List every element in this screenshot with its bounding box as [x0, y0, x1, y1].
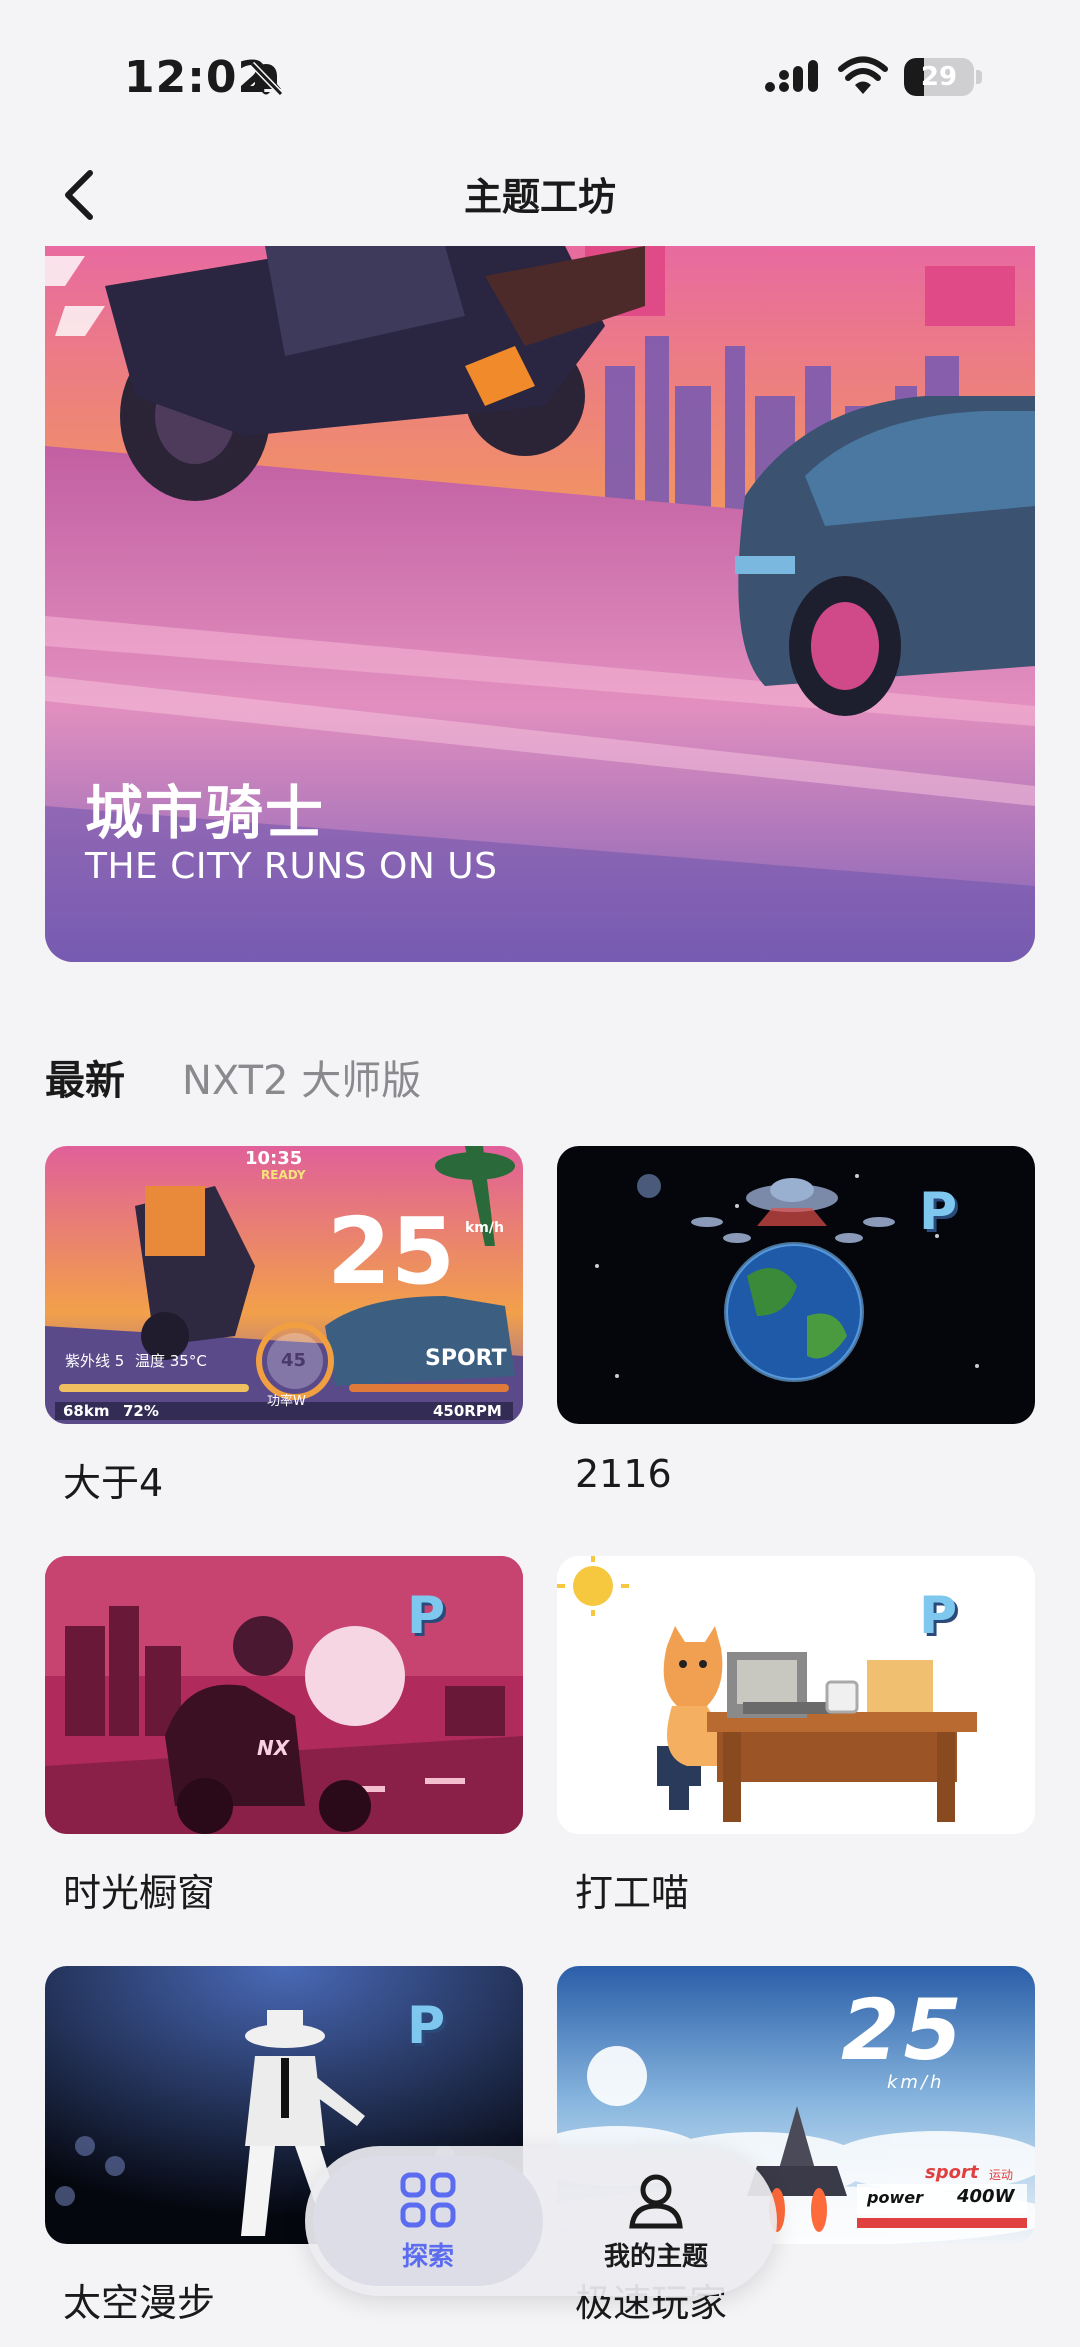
nav-my-themes-label: 我的主题 — [603, 2241, 708, 2272]
thumb-mode: sport — [925, 2162, 979, 2183]
theme-card[interactable]: P 2116 — [557, 1146, 1035, 1496]
theme-thumbnail: P — [557, 1556, 1035, 1834]
thumb-power-label: 功率W — [267, 1394, 306, 1409]
theme-card[interactable]: NX P 时光橱窗 — [45, 1556, 523, 1917]
theme-card[interactable]: 10:35 READY 25 km/h 紫外线 5 温度 35°C 45 功率W… — [45, 1146, 523, 1507]
nav-explore[interactable]: 探索 — [313, 2156, 543, 2286]
theme-thumbnail: P — [557, 1146, 1035, 1424]
p-badge: P — [919, 1182, 958, 1242]
thumb-rpm: 450RPM — [433, 1402, 502, 1420]
theme-thumbnail: NX P — [45, 1556, 523, 1834]
tab-latest[interactable]: 最新 — [45, 1048, 125, 1106]
page-title: 主题工坊 — [463, 175, 616, 219]
thumb-speed: 25 — [327, 1198, 456, 1305]
thumb-speed-unit: km/h — [887, 2072, 945, 2093]
thumb-speed: 25 — [841, 1981, 966, 2079]
theme-name: 打工喵 — [575, 1871, 690, 1915]
scooter-plate: NX — [257, 1736, 290, 1760]
thumb-battery: 72% — [123, 1402, 159, 1420]
p-badge: P — [407, 1996, 446, 2056]
nav-my-themes[interactable]: 我的主题 — [541, 2156, 771, 2286]
thumb-speed-unit: km/h — [465, 1220, 504, 1236]
thumb-uv: 紫外线 5 — [65, 1352, 125, 1370]
thumb-mode: SPORT — [425, 1346, 507, 1371]
bell-muted-icon — [249, 61, 284, 97]
p-badge: P — [407, 1586, 446, 1646]
thumb-ready: READY — [261, 1168, 306, 1182]
nav-explore-label: 探索 — [401, 2241, 454, 2272]
battery-percent: 29 — [920, 62, 958, 92]
signal-icon — [765, 60, 818, 92]
theme-thumbnail: 10:35 READY 25 km/h 紫外线 5 温度 35°C 45 功率W… — [45, 1146, 523, 1424]
thumb-temp: 温度 35°C — [135, 1352, 207, 1370]
thumb-power-label: power — [867, 2188, 923, 2207]
grid-icon — [400, 2172, 456, 2227]
p-badge: P — [919, 1586, 958, 1646]
user-icon — [629, 2174, 683, 2228]
thumb-power-value: 45 — [281, 1350, 307, 1371]
theme-card[interactable]: P 打工喵 — [557, 1556, 1035, 1917]
hero-subtitle: THE CITY RUNS ON US — [85, 846, 498, 887]
battery-indicator: 29 — [904, 58, 982, 96]
theme-name: 2116 — [575, 1452, 672, 1496]
hero-title: 城市骑士 — [85, 779, 326, 847]
thumb-power-value: 400W — [957, 2186, 1015, 2207]
theme-name: 大于4 — [63, 1461, 164, 1505]
theme-name: 时光橱窗 — [63, 1871, 216, 1915]
thumb-mode-cn: 运动 — [989, 2168, 1014, 2182]
thumb-time: 10:35 — [245, 1148, 303, 1169]
tab-nxt2-master[interactable]: NXT2 大师版 — [182, 1048, 421, 1106]
wifi-icon — [838, 56, 888, 94]
status-bar: 12:02 29 — [0, 0, 1080, 150]
bottom-nav: 探索 我的主题 — [305, 2146, 777, 2296]
thumb-range: 68km — [63, 1402, 110, 1420]
hero-banner[interactable]: 城市骑士 THE CITY RUNS ON US — [45, 246, 1035, 962]
